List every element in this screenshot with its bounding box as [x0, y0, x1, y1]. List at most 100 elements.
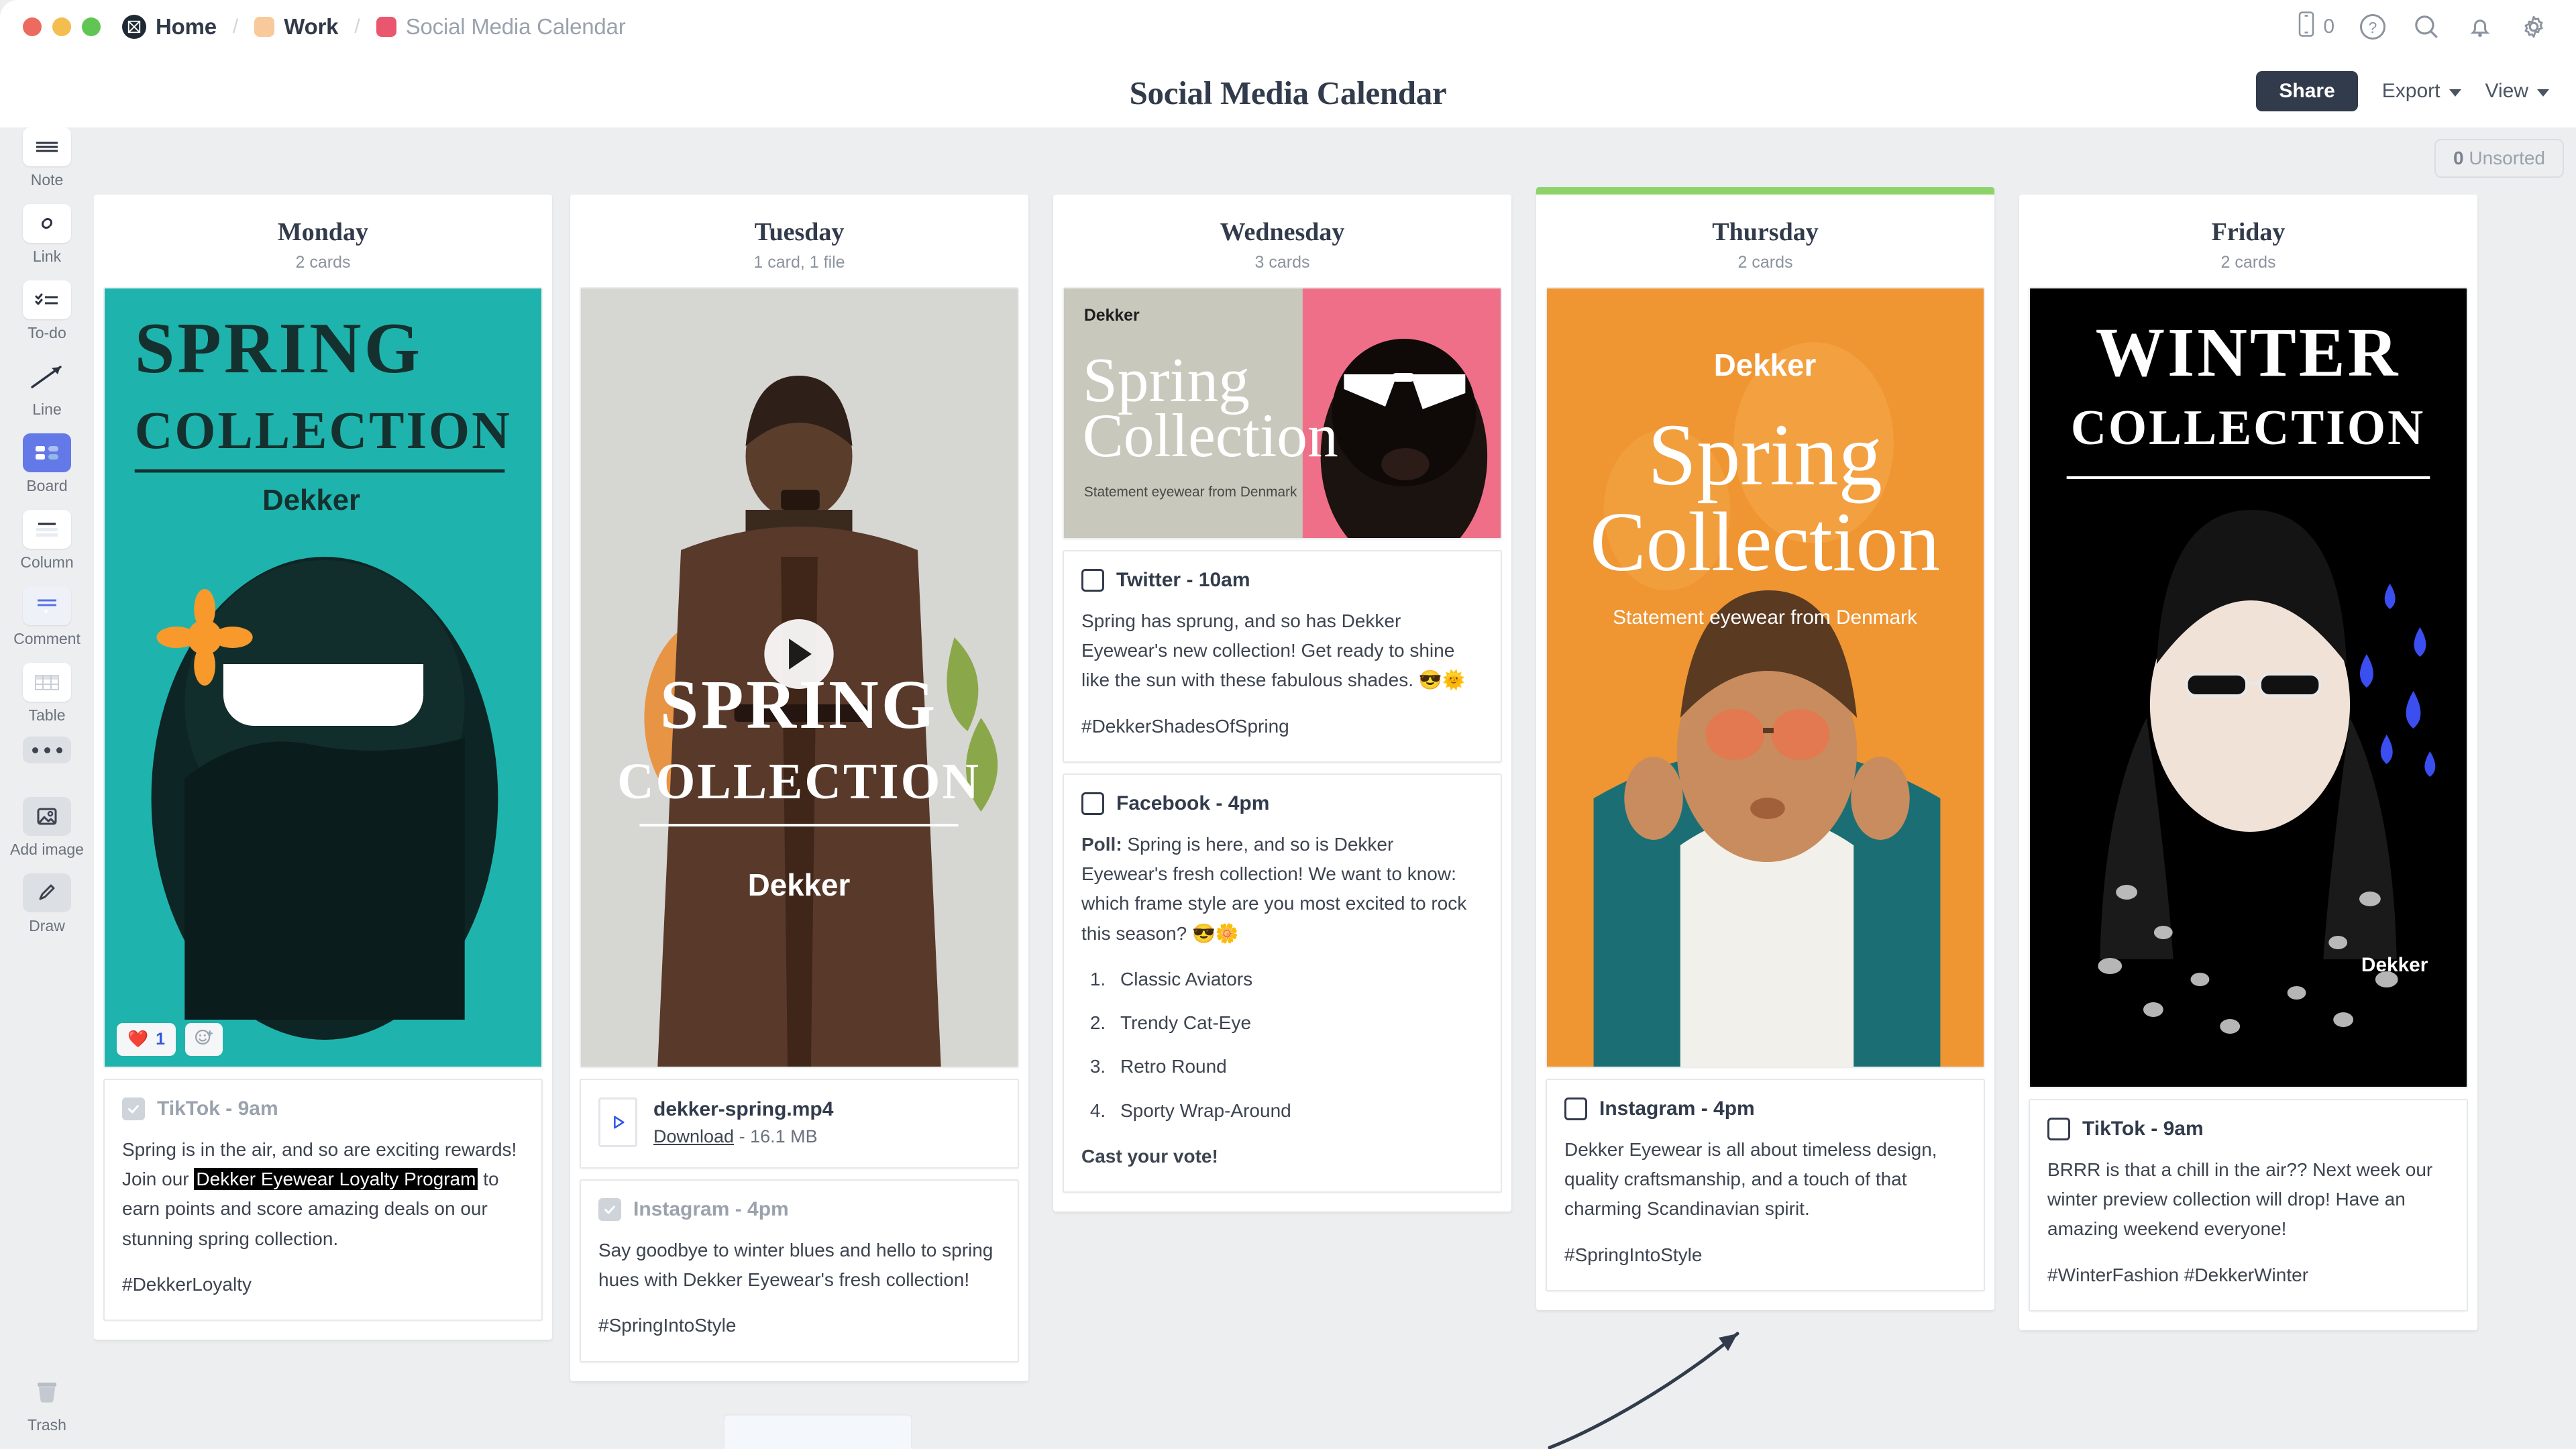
poll-question: Poll: Spring is here, and so is Dekker E…	[1081, 830, 1483, 949]
view-button[interactable]: View	[2485, 80, 2549, 103]
titlebar-actions: 0 ?	[2296, 11, 2549, 43]
column-wednesday[interactable]: Wednesday 3 cards Dekker Spring Collecti…	[1053, 195, 1511, 1212]
comment-icon	[23, 586, 71, 625]
card-hashtags: #SpringIntoStyle	[598, 1315, 737, 1336]
close-window-button[interactable]	[23, 17, 42, 36]
poll-option[interactable]: Sporty Wrap-Around	[1111, 1096, 1483, 1126]
post-card[interactable]: TikTok - 9am BRRR is that a chill in the…	[2029, 1099, 2468, 1311]
sidebar-item-link[interactable]: Link	[0, 204, 94, 266]
column-header-thursday: Thursday 2 cards	[1536, 195, 1994, 287]
sidebar-more-options[interactable]	[0, 737, 94, 763]
minimize-window-button[interactable]	[52, 17, 71, 36]
breadcrumb-item-home[interactable]: Home	[122, 14, 217, 40]
post-card[interactable]: Instagram - 4pm Say goodbye to winter bl…	[580, 1179, 1019, 1362]
column-tuesday[interactable]: Tuesday 1 card, 1 file SPRING COLLECTION…	[570, 195, 1028, 1381]
export-button[interactable]: Export	[2382, 80, 2461, 103]
post-card[interactable]: Twitter - 10am Spring has sprung, and so…	[1063, 550, 1502, 763]
line-arrow-icon	[23, 357, 71, 396]
svg-text:SPRING: SPRING	[660, 667, 938, 743]
reaction-heart[interactable]: ❤️ 1	[117, 1023, 176, 1056]
device-count-value: 0	[2323, 15, 2334, 38]
card-header: Facebook - 4pm	[1081, 792, 1483, 815]
checkbox-unchecked[interactable]	[2047, 1118, 2070, 1140]
sidebar-item-todo[interactable]: To-do	[0, 280, 94, 342]
poster-card-friday[interactable]: WINTER COLLECTION Dekker	[2029, 287, 2468, 1088]
card-header: Instagram - 4pm	[1564, 1097, 1966, 1120]
trash-button[interactable]: Trash	[0, 1373, 94, 1434]
maximize-window-button[interactable]	[82, 17, 101, 36]
add-reaction-button[interactable]	[185, 1023, 223, 1056]
heart-icon: ❤️	[127, 1030, 149, 1049]
sidebar-item-draw[interactable]: Draw	[0, 873, 94, 935]
card-text: Dekker Eyewear is all about timeless des…	[1564, 1139, 1937, 1220]
column-monday[interactable]: Monday 2 cards SPRING COLLECTION Dekker …	[94, 195, 552, 1340]
poster-card-tuesday[interactable]: SPRING COLLECTION Dekker	[580, 287, 1019, 1068]
download-link[interactable]: Download	[653, 1126, 734, 1146]
sidebar-label-column: Column	[20, 553, 74, 571]
unsorted-badge[interactable]: 0 Unsorted	[2434, 139, 2564, 178]
card-text: Spring has sprung, and so has Dekker Eye…	[1081, 610, 1466, 691]
checkbox-unchecked[interactable]	[1081, 569, 1104, 592]
header-actions: Share Export View	[2256, 71, 2549, 111]
column-header-wednesday: Wednesday 3 cards	[1053, 195, 1511, 287]
card-header: TikTok - 9am	[122, 1097, 524, 1120]
checkbox-unchecked[interactable]	[1564, 1097, 1587, 1120]
checkbox-unchecked[interactable]	[1081, 792, 1104, 815]
card-platform-time: Twitter - 10am	[1116, 569, 1250, 591]
sidebar-item-line[interactable]: Line	[0, 357, 94, 419]
checkbox-checked[interactable]	[122, 1097, 145, 1120]
help-icon[interactable]: ?	[2357, 11, 2388, 42]
sidebar-item-comment[interactable]: Comment	[0, 586, 94, 648]
video-file-icon	[598, 1097, 637, 1147]
device-count[interactable]: 0	[2296, 11, 2334, 43]
poster-card-monday[interactable]: SPRING COLLECTION Dekker ❤️ 1	[103, 287, 543, 1068]
card-platform-time: TikTok - 9am	[157, 1097, 278, 1120]
poster-card-wednesday[interactable]: Dekker Spring Collection Statement eyewe…	[1063, 287, 1502, 539]
poll-prefix: Poll:	[1081, 833, 1122, 855]
poll-text: Spring is here, and so is Dekker Eyewear…	[1081, 833, 1467, 944]
breadcrumb: Home / Work / Social Media Calendar	[122, 14, 626, 40]
poll-option[interactable]: Classic Aviators	[1111, 965, 1483, 994]
card-platform-time: Facebook - 4pm	[1116, 792, 1270, 814]
checkbox-checked[interactable]	[598, 1198, 621, 1221]
sidebar-item-note[interactable]: Note	[0, 127, 94, 189]
header-bar: Social Media Calendar Share Export View	[0, 54, 2576, 127]
post-card[interactable]: Instagram - 4pm Dekker Eyewear is all ab…	[1546, 1079, 1985, 1291]
breadcrumb-item-work[interactable]: Work	[254, 14, 339, 40]
column-icon	[23, 510, 71, 549]
card-text: Say goodbye to winter blues and hello to…	[598, 1240, 994, 1291]
note-icon	[23, 127, 71, 166]
file-info: dekker-spring.mp4 Download - 16.1 MB	[653, 1098, 833, 1147]
column-card-count: 2 cards	[1737, 253, 1793, 272]
poster-winter-black: WINTER COLLECTION Dekker	[2030, 288, 2467, 1087]
sidebar-item-board[interactable]: Board	[0, 433, 94, 495]
sidebar-item-table[interactable]: Table	[0, 663, 94, 724]
poster-card-thursday[interactable]: Dekker Spring Collection Statement eyewe…	[1546, 287, 1985, 1068]
bell-icon[interactable]	[2465, 11, 2496, 42]
sidebar-label-draw: Draw	[29, 917, 65, 934]
card-body: Say goodbye to winter blues and hello to…	[598, 1236, 1000, 1341]
column-friday[interactable]: Friday 2 cards WINTER COLLECTION Dekker …	[2019, 195, 2477, 1330]
more-options-icon	[23, 737, 71, 763]
breadcrumb-item-board[interactable]: Social Media Calendar	[376, 14, 626, 40]
column-thursday[interactable]: Thursday 2 cards Dekker Spring Collectio…	[1536, 187, 1994, 1310]
search-icon[interactable]	[2411, 11, 2442, 42]
post-card[interactable]: TikTok - 9am Spring is in the air, and s…	[103, 1079, 543, 1322]
poll-option[interactable]: Trendy Cat-Eye	[1111, 1008, 1483, 1038]
sidebar-item-column[interactable]: Column	[0, 510, 94, 572]
breadcrumb-separator: /	[354, 15, 360, 38]
sidebar-label-comment: Comment	[13, 630, 80, 647]
gear-icon[interactable]	[2518, 11, 2549, 42]
window-titlebar: Home / Work / Social Media Calendar 0 ?	[0, 0, 2576, 54]
partial-card-below[interactable]	[724, 1415, 911, 1449]
link-icon	[23, 204, 71, 243]
file-card[interactable]: dekker-spring.mp4 Download - 16.1 MB	[580, 1079, 1019, 1169]
board-canvas[interactable]: 0 Unsorted Monday 2 cards SPRING COLLECT…	[94, 127, 2576, 1449]
poll-options: Classic Aviators Trendy Cat-Eye Retro Ro…	[1091, 965, 1483, 1126]
poster-spring-split: Dekker Spring Collection Statement eyewe…	[1064, 288, 1501, 538]
sidebar-item-add-image[interactable]: Add image	[0, 797, 94, 859]
poll-option[interactable]: Retro Round	[1111, 1052, 1483, 1081]
svg-text:Dekker: Dekker	[2361, 954, 2428, 976]
share-button[interactable]: Share	[2256, 71, 2358, 111]
post-card-poll[interactable]: Facebook - 4pm Poll: Spring is here, and…	[1063, 773, 1502, 1193]
